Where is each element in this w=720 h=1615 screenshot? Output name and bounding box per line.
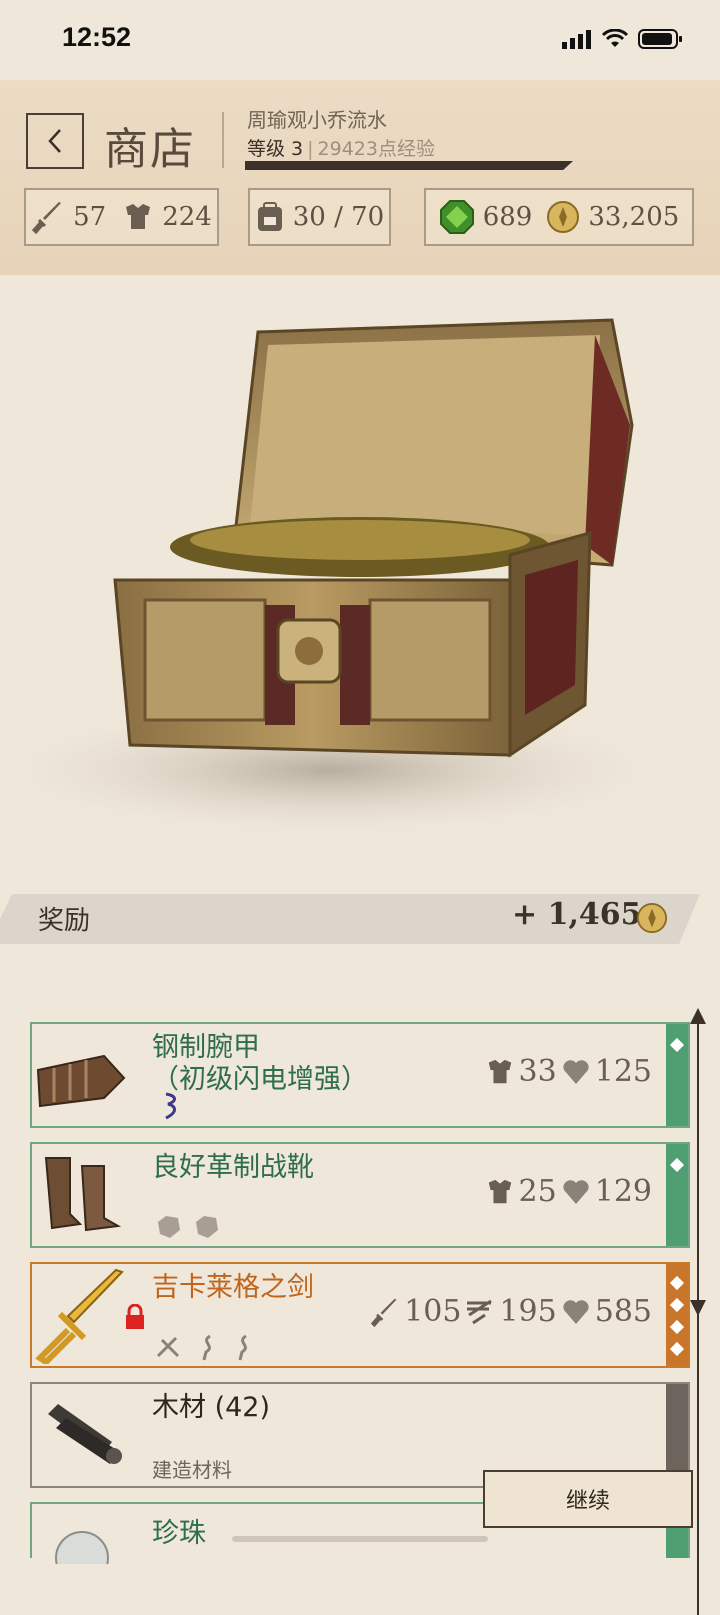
item-name: 吉卡莱格之剑: [152, 1272, 314, 1303]
bracer-icon: [36, 1054, 126, 1108]
xp-progress-bar: [245, 161, 573, 170]
signal-icon: [562, 30, 591, 49]
stagger-icon: [467, 1299, 493, 1324]
item-name: 钢制腕甲 （初级闪电增强）: [152, 1032, 368, 1095]
item-subtitle: 建造材料: [152, 1458, 232, 1482]
player-name: 周瑜观小乔流水: [247, 108, 387, 132]
rarity-tab: [666, 1024, 688, 1126]
status-time: 12:52: [62, 22, 132, 52]
level-info: 等级 3 | 29423点经验: [247, 134, 435, 161]
treasure-chest-image: [0, 318, 690, 840]
item-name: 良好革制战靴: [152, 1152, 314, 1183]
item-armor: 33: [518, 1054, 557, 1089]
armor-icon: [488, 1179, 511, 1203]
weight-icon: [563, 1179, 589, 1204]
list-item[interactable]: 吉卡莱格之剑 105 195 585: [30, 1262, 690, 1368]
item-value: 125: [594, 1054, 652, 1089]
continue-button[interactable]: 继续: [483, 1470, 693, 1528]
boots-icon: [44, 1157, 122, 1232]
scroll-down-arrow-icon: [690, 1300, 706, 1316]
weight-icon: [563, 1059, 589, 1084]
gem-icon: [439, 200, 474, 234]
chest-display: [0, 275, 720, 895]
item-armor: 25: [518, 1174, 557, 1209]
chevron-left-icon: [48, 129, 61, 153]
list-item[interactable]: 钢制腕甲 （初级闪电增强） 33 125: [30, 1022, 690, 1128]
sword-icon: [32, 202, 62, 234]
weight-icon: [563, 1299, 589, 1324]
material-icon: [158, 1216, 218, 1238]
scroll-up-arrow-icon: [690, 1008, 706, 1024]
rarity-tab: [666, 1264, 688, 1366]
wifi-icon: [602, 29, 628, 47]
combat-stats: 57 224: [24, 188, 219, 246]
list-item[interactable]: 良好革制战靴 25 129: [30, 1142, 690, 1248]
armor-icon: [488, 1059, 511, 1083]
lightning-enchant-icon: [165, 1092, 176, 1120]
battery-icon: [638, 29, 682, 49]
wood-log-icon: [48, 1404, 122, 1464]
armor-icon: [126, 204, 151, 229]
item-name: 珍珠: [152, 1518, 206, 1549]
attack-value: 57: [73, 202, 107, 232]
sword-icon: [371, 1298, 397, 1327]
title-divider: [222, 112, 224, 168]
lock-icon: [126, 1304, 144, 1329]
item-attack: 105: [404, 1294, 462, 1329]
back-button[interactable]: [26, 113, 84, 169]
rarity-tab: [666, 1144, 688, 1246]
pearl-icon: [55, 1531, 109, 1564]
gold-coin-icon: [636, 902, 668, 934]
page-title: 商店: [104, 124, 196, 175]
reward-label: 奖励: [38, 906, 91, 936]
item-stats: 33 125: [485, 1054, 652, 1089]
backpack-icon: [257, 202, 282, 231]
item-value: 129: [594, 1174, 652, 1209]
armor-value: 224: [162, 202, 212, 232]
gold-coin-icon: [547, 201, 580, 233]
gems-value: 689: [482, 202, 533, 232]
status-icons: [562, 28, 684, 50]
carry-value: 30 / 70: [292, 202, 385, 232]
item-stats: 105 195 585: [370, 1294, 652, 1329]
level-label: 等级 3: [247, 138, 304, 160]
xp-text: 29423点经验: [317, 138, 435, 160]
level-separator: |: [307, 138, 314, 160]
reward-value: + 1,465: [512, 897, 642, 932]
item-stagger: 195: [499, 1294, 557, 1329]
item-value: 585: [594, 1294, 652, 1329]
item-name: 木材 (42): [152, 1392, 271, 1423]
home-indicator: [232, 1536, 488, 1542]
enchant-icons: [156, 1334, 247, 1361]
gold-value: 33,205: [588, 202, 680, 232]
golden-sword-icon: [35, 1268, 124, 1364]
item-stats: 25 129: [485, 1174, 652, 1209]
carry-weight: 30 / 70: [248, 188, 391, 246]
currency-stats: 689 33,205: [424, 188, 694, 246]
